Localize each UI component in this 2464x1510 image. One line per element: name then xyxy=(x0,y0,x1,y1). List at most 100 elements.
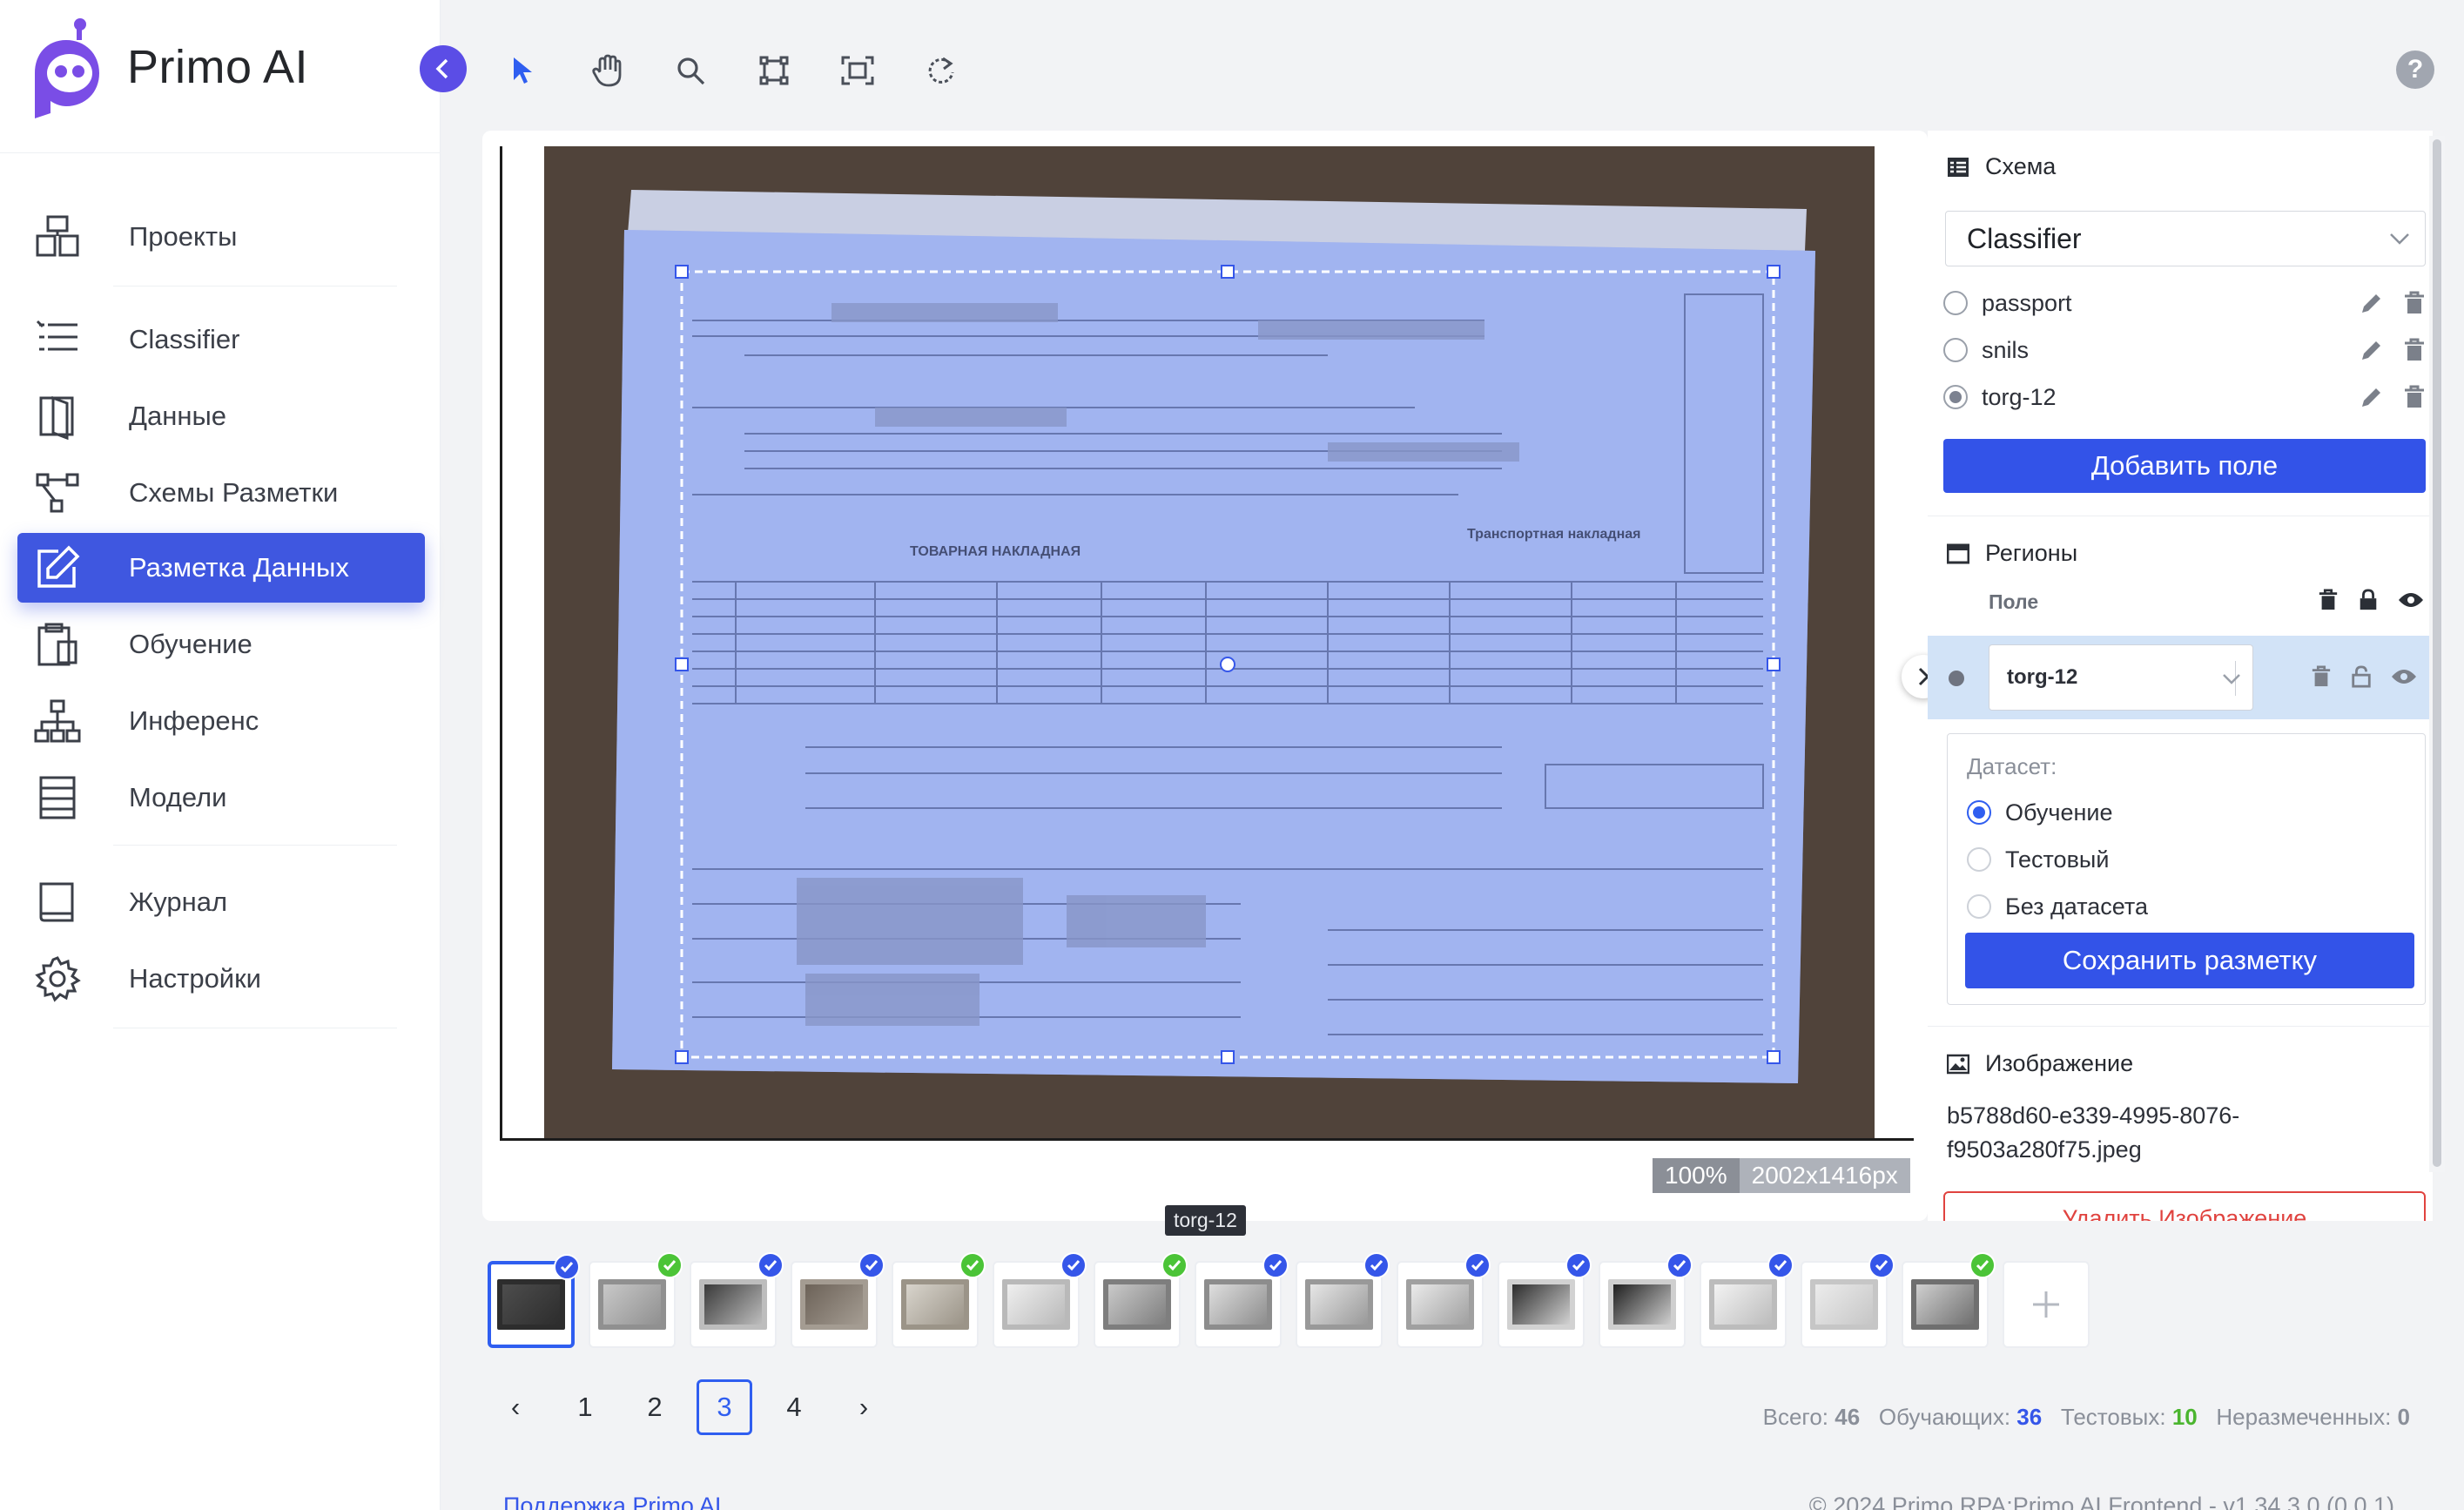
nav-item-projects[interactable]: Проекты xyxy=(17,202,425,272)
schema-select[interactable]: Classifier xyxy=(1945,211,2426,266)
lock-icon[interactable] xyxy=(2358,589,2379,611)
crop-tool-button[interactable] xyxy=(752,49,796,92)
check-icon xyxy=(1067,1260,1081,1271)
image-thumbnail[interactable] xyxy=(690,1252,784,1348)
check-icon xyxy=(663,1260,677,1271)
dataset-option-test[interactable]: Тестовый xyxy=(1967,842,2402,877)
image-thumbnail[interactable] xyxy=(791,1252,885,1348)
pointer-icon xyxy=(514,57,532,84)
check-badge-icon xyxy=(1363,1252,1390,1278)
trash-icon[interactable] xyxy=(2311,665,2332,688)
trash-icon[interactable] xyxy=(2318,589,2339,611)
image-thumbnail[interactable] xyxy=(488,1254,580,1348)
image-thumbnail[interactable] xyxy=(1397,1252,1491,1348)
field-radio[interactable] xyxy=(1943,338,1968,362)
image-thumbnail[interactable] xyxy=(1195,1252,1289,1348)
nav-item-training[interactable]: Обучение xyxy=(17,610,425,679)
dataset-label: Датасет: xyxy=(1967,753,2057,779)
image-thumbnail[interactable] xyxy=(1700,1252,1794,1348)
nav-item-inference[interactable]: Инференс xyxy=(17,686,425,756)
eye-icon[interactable] xyxy=(2391,665,2417,688)
nav-item-models[interactable]: Модели xyxy=(17,763,425,833)
support-link[interactable]: Поддержка Primo AI xyxy=(503,1493,721,1510)
next-page-button[interactable]: › xyxy=(836,1379,892,1435)
help-button[interactable]: ? xyxy=(2396,51,2434,89)
check-badge-icon xyxy=(1262,1252,1289,1278)
trash-icon[interactable] xyxy=(2403,291,2426,315)
hand-tool-button[interactable] xyxy=(585,49,629,92)
hierarchy-icon xyxy=(33,697,82,745)
nav-item-classifier[interactable]: Classifier xyxy=(17,305,425,374)
trash-icon[interactable] xyxy=(2403,385,2426,409)
check-icon xyxy=(1168,1260,1182,1271)
nav-label: Журнал xyxy=(129,886,228,917)
add-image-button[interactable] xyxy=(2003,1261,2090,1348)
field-row-torg-12[interactable]: torg-12 xyxy=(1943,380,2426,415)
nav-item-data[interactable]: Данные xyxy=(17,381,425,451)
field-radio[interactable] xyxy=(1943,385,1968,409)
pencil-icon[interactable] xyxy=(2360,385,2384,409)
image-thumbnail[interactable] xyxy=(1094,1252,1188,1348)
image-section-title: Изображение xyxy=(1947,1050,2133,1077)
journal-icon xyxy=(33,878,82,927)
page-button[interactable]: 2 xyxy=(627,1379,683,1435)
field-row-passport[interactable]: passport xyxy=(1943,286,2426,320)
rotate-tool-button[interactable] xyxy=(919,49,963,92)
pencil-icon[interactable] xyxy=(2360,291,2384,315)
check-icon xyxy=(1572,1260,1585,1271)
image-canvas[interactable]: ТОВАРНАЯ НАКЛАДНАЯ Транспортная накладна… xyxy=(482,131,1928,1236)
zoom-icon xyxy=(677,57,705,85)
nav-label: Модели xyxy=(129,782,227,812)
delete-image-button[interactable]: Удалить Изображение xyxy=(1943,1191,2426,1221)
check-icon xyxy=(764,1260,778,1271)
check-icon xyxy=(1774,1260,1787,1271)
page-button[interactable]: 4 xyxy=(766,1379,822,1435)
image-thumbnail[interactable] xyxy=(892,1252,986,1348)
image-thumbnail[interactable] xyxy=(1902,1252,1996,1348)
save-labeling-button[interactable]: Сохранить разметку xyxy=(1965,933,2414,988)
zoom-tool-button[interactable] xyxy=(669,49,712,92)
add-field-button[interactable]: Добавить поле xyxy=(1943,439,2426,493)
thumbnail-image xyxy=(1810,1279,1878,1330)
region-color-dot xyxy=(1949,671,1964,686)
nav-item-schemas[interactable]: Схемы Разметки xyxy=(17,458,425,528)
nav-label: Схемы Разметки xyxy=(129,477,339,508)
field-row-snils[interactable]: snils xyxy=(1943,333,2426,367)
canvas-viewport[interactable]: ТОВАРНАЯ НАКЛАДНАЯ Транспортная накладна… xyxy=(500,146,1914,1141)
clipboard-icon xyxy=(33,620,82,669)
trash-icon[interactable] xyxy=(2403,338,2426,362)
image-thumbnail[interactable] xyxy=(1599,1252,1693,1348)
nav-item-labeling[interactable]: Разметка Данных xyxy=(17,533,425,603)
pointer-tool-button[interactable] xyxy=(502,49,545,92)
prev-page-button[interactable]: ‹ xyxy=(488,1379,543,1435)
pencil-icon[interactable] xyxy=(2360,338,2384,362)
panel-scrollbar[interactable] xyxy=(2429,136,2445,1172)
region-row[interactable]: torg-12 xyxy=(1928,636,2429,719)
field-radio[interactable] xyxy=(1943,291,1968,315)
image-thumbnail[interactable] xyxy=(1801,1252,1895,1348)
list-icon xyxy=(33,315,82,364)
unlock-icon[interactable] xyxy=(2351,665,2372,688)
image-thumbnail[interactable] xyxy=(993,1252,1087,1348)
dataset-card: Датасет: Обучение Тестовый Без датасета … xyxy=(1947,733,2426,1005)
collapse-sidebar-button[interactable] xyxy=(420,45,467,92)
region-field-select[interactable]: torg-12 xyxy=(1989,644,2253,711)
plus-icon xyxy=(2033,1291,2059,1318)
check-badge-icon xyxy=(1666,1252,1693,1278)
eye-icon[interactable] xyxy=(2398,589,2424,611)
image-thumbnail[interactable] xyxy=(589,1252,683,1348)
nav-item-settings[interactable]: Настройки xyxy=(17,944,425,1014)
page-button[interactable]: 1 xyxy=(557,1379,613,1435)
fit-tool-button[interactable] xyxy=(836,49,879,92)
book-open-icon xyxy=(33,392,82,441)
page-button-current[interactable]: 3 xyxy=(697,1379,752,1435)
image-thumbnail[interactable] xyxy=(1498,1252,1592,1348)
image-thumbnail[interactable] xyxy=(1296,1252,1390,1348)
svg-text:ТОВАРНАЯ НАКЛАДНАЯ: ТОВАРНАЯ НАКЛАДНАЯ xyxy=(910,544,1081,559)
thumbnail-image xyxy=(1507,1279,1575,1330)
regions-section-title: Регионы xyxy=(1947,540,2077,567)
dataset-option-training[interactable]: Обучение xyxy=(1967,795,2402,830)
nav-item-journal[interactable]: Журнал xyxy=(17,867,425,937)
dataset-option-none[interactable]: Без датасета xyxy=(1967,889,2402,924)
check-badge-icon xyxy=(1565,1252,1592,1278)
